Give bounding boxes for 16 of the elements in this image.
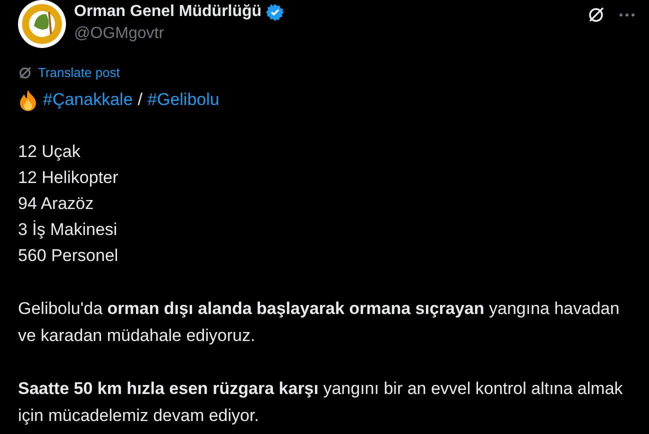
translate-link[interactable]: Translate post [38, 65, 120, 80]
post-text-line: 12 Uçak [18, 141, 82, 163]
post-paragraph: Saatte 50 km hızla esen rüzgara karşı yangını bir an evvel kontrol altına almak için mücadelemiz devam ediyor. [18, 378, 624, 427]
fire-icon [18, 89, 38, 111]
separator: / [138, 90, 143, 110]
post-text-line: 560 Personel [18, 245, 120, 267]
post-text-line: 94 Arazöz [18, 193, 95, 215]
post-text-line: 3 İş Makinesi [18, 219, 118, 241]
avatar-logo[interactable] [18, 0, 66, 48]
post-paragraph: Gelibolu'da orman dışı alanda başlayarak ormana sıçrayan yangına havadan ve karadan müdahale ediyoruz. [18, 298, 620, 347]
hashtag-link[interactable]: #Çanakkale [43, 90, 133, 110]
account-name[interactable]: Orman Genel Müdürlüğü [74, 3, 262, 21]
hashtag-link[interactable]: #Gelibolu [148, 90, 220, 110]
account-handle[interactable]: @OGMgovtr [74, 25, 587, 43]
post-text-line: 12 Helikopter [18, 167, 120, 189]
more-icon[interactable] [619, 13, 635, 17]
